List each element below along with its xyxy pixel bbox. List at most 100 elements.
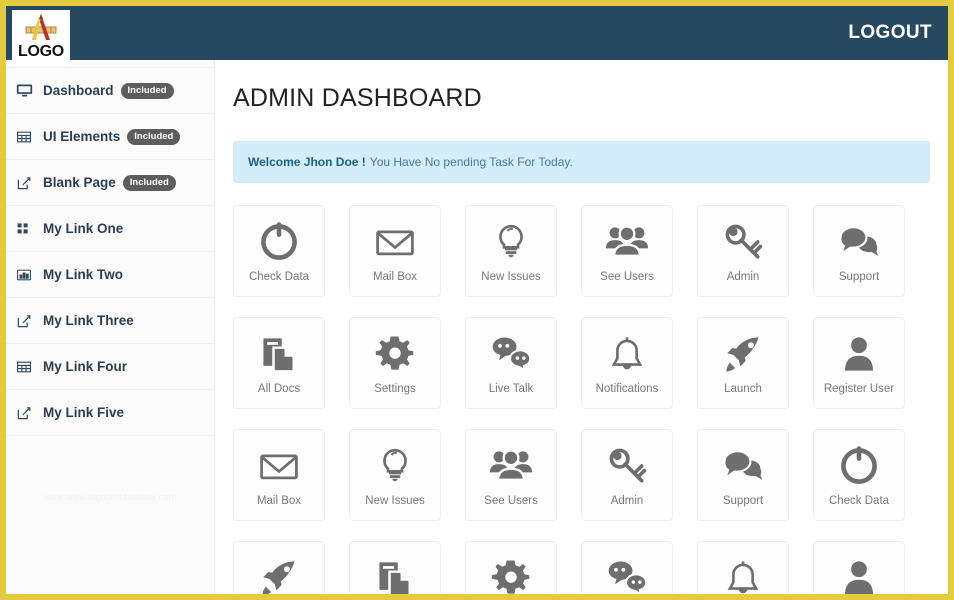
tile-label: Notifications bbox=[595, 383, 659, 396]
key-icon bbox=[604, 443, 650, 489]
sidebar-item-my-link-two[interactable]: My Link Two bbox=[6, 252, 214, 298]
tile-label: See Users bbox=[600, 271, 654, 284]
tile-label: Check Data bbox=[828, 495, 890, 508]
tile-see-users[interactable]: See Users bbox=[581, 205, 673, 297]
rocket-icon bbox=[256, 555, 302, 594]
tile-notifications[interactable]: Notifications bbox=[581, 317, 673, 409]
tile-see-users[interactable]: See Users bbox=[465, 429, 557, 521]
tile-admin[interactable]: Admin bbox=[697, 205, 789, 297]
edit-icon bbox=[14, 173, 34, 193]
tile-register-user[interactable]: Register User bbox=[813, 317, 905, 409]
sidebar-item-label: My Link Four bbox=[43, 359, 127, 374]
speech-bubbles-icon bbox=[836, 219, 882, 265]
gear-icon bbox=[372, 331, 418, 377]
tile-admin[interactable]: Admin bbox=[581, 429, 673, 521]
tile-label: Check Data bbox=[248, 271, 310, 284]
monitor-icon bbox=[14, 81, 34, 101]
tile-all-docs[interactable]: All Docs bbox=[233, 317, 325, 409]
tile-support[interactable]: Support bbox=[697, 429, 789, 521]
tile-label: Launch bbox=[724, 383, 762, 396]
sidebar-item-ui-elements[interactable]: UI Elements Included bbox=[6, 114, 214, 160]
tile-live-talk[interactable]: Live Talk bbox=[581, 541, 673, 594]
bar-chart-icon bbox=[14, 265, 34, 285]
lightbulb-icon bbox=[488, 219, 534, 265]
users-group-icon bbox=[488, 443, 534, 489]
tile-mail-box[interactable]: Mail Box bbox=[233, 429, 325, 521]
pencil-ruler-logo-icon bbox=[21, 12, 61, 44]
power-circle-icon bbox=[256, 219, 302, 265]
edit-icon bbox=[14, 403, 34, 423]
person-icon bbox=[836, 555, 882, 594]
sidebar-item-badge: Included bbox=[120, 82, 174, 99]
tile-label: New Issues bbox=[365, 495, 425, 508]
logo-text: LOGO bbox=[18, 43, 64, 60]
tile-label: Register User bbox=[823, 383, 895, 396]
tile-new-issues[interactable]: New Issues bbox=[465, 205, 557, 297]
key-icon bbox=[720, 219, 766, 265]
tile-settings[interactable]: Settings bbox=[465, 541, 557, 594]
tile-register-user[interactable]: Register User bbox=[813, 541, 905, 594]
sidebar-item-label: Blank Page bbox=[43, 175, 116, 190]
tile-label: New Issues bbox=[481, 271, 541, 284]
chat-dots-icon bbox=[488, 331, 534, 377]
sidebar: Dashboard Included UI Elements Included Blan… bbox=[6, 60, 215, 594]
sidebar-item-my-link-three[interactable]: My Link Three bbox=[6, 298, 214, 344]
documents-icon bbox=[372, 555, 418, 594]
gear-icon bbox=[488, 555, 534, 594]
tile-label: Admin bbox=[726, 271, 760, 284]
sidebar-item-label: My Link Five bbox=[43, 405, 125, 420]
tile-label: Mail Box bbox=[256, 495, 302, 508]
page-title: ADMIN DASHBOARD bbox=[233, 84, 482, 112]
tile-label: Mail Box bbox=[372, 271, 418, 284]
users-group-icon bbox=[604, 219, 650, 265]
sidebar-item-dashboard[interactable]: Dashboard Included bbox=[6, 68, 214, 114]
speech-bubbles-icon bbox=[720, 443, 766, 489]
tile-check-data[interactable]: Check Data bbox=[233, 205, 325, 297]
edit-icon bbox=[14, 311, 34, 331]
welcome-banner-strong: Welcome Jhon Doe ! bbox=[248, 155, 366, 169]
sidebar-item-blank-page[interactable]: Blank Page Included bbox=[6, 160, 214, 206]
tile-mail-box[interactable]: Mail Box bbox=[349, 205, 441, 297]
sidebar-item-my-link-four[interactable]: My Link Four bbox=[6, 344, 214, 390]
tile-label: Support bbox=[838, 271, 880, 284]
person-icon bbox=[836, 331, 882, 377]
sidebar-item-label: UI Elements bbox=[43, 129, 121, 144]
sidebar-item-badge: Included bbox=[127, 128, 181, 145]
tile-notifications[interactable]: Notifications bbox=[697, 541, 789, 594]
sidebar-item-badge: Included bbox=[122, 174, 176, 191]
documents-icon bbox=[256, 331, 302, 377]
tile-support[interactable]: Support bbox=[813, 205, 905, 297]
sidebar-watermark: www.www.lagectrit.beatiow.com bbox=[43, 492, 177, 502]
tile-label: Settings bbox=[374, 383, 416, 396]
tile-label: All Docs bbox=[257, 383, 301, 396]
logo[interactable]: LOGO bbox=[12, 10, 70, 66]
app-window: LOGOUT LOGO Dashboard Included UI Elements… bbox=[0, 0, 954, 600]
rocket-icon bbox=[720, 331, 766, 377]
sidebar-nav-list: Dashboard Included UI Elements Included Blan… bbox=[6, 68, 214, 436]
tile-label: See Users bbox=[484, 495, 538, 508]
sidebar-item-my-link-one[interactable]: My Link One bbox=[6, 206, 214, 252]
logout-button[interactable]: LOGOUT bbox=[848, 22, 932, 44]
table-icon bbox=[14, 127, 34, 147]
tile-launch[interactable]: Launch bbox=[697, 317, 789, 409]
tile-check-data[interactable]: Check Data bbox=[813, 429, 905, 521]
sidebar-item-my-link-five[interactable]: My Link Five bbox=[6, 390, 214, 436]
shortcut-tile-grid: Check Data Mail Box New Issues See Users Adm… bbox=[233, 205, 933, 594]
chat-dots-icon bbox=[604, 555, 650, 594]
power-circle-icon bbox=[836, 443, 882, 489]
sidebar-item-label: My Link Two bbox=[43, 267, 123, 282]
tile-all-docs[interactable]: All Docs bbox=[349, 541, 441, 594]
main-content: ADMIN DASHBOARD Welcome Jhon Doe ! You H… bbox=[216, 60, 948, 594]
grid-icon bbox=[14, 219, 34, 239]
tile-label: Support bbox=[722, 495, 764, 508]
bell-icon bbox=[604, 331, 650, 377]
tile-launch[interactable]: Launch bbox=[233, 541, 325, 594]
table-icon bbox=[14, 357, 34, 377]
sidebar-item-label: My Link Three bbox=[43, 313, 134, 328]
tile-live-talk[interactable]: Live Talk bbox=[465, 317, 557, 409]
envelope-icon bbox=[256, 443, 302, 489]
tile-settings[interactable]: Settings bbox=[349, 317, 441, 409]
sidebar-item-label: My Link One bbox=[43, 221, 124, 236]
tile-label: Live Talk bbox=[488, 383, 534, 396]
tile-new-issues[interactable]: New Issues bbox=[349, 429, 441, 521]
